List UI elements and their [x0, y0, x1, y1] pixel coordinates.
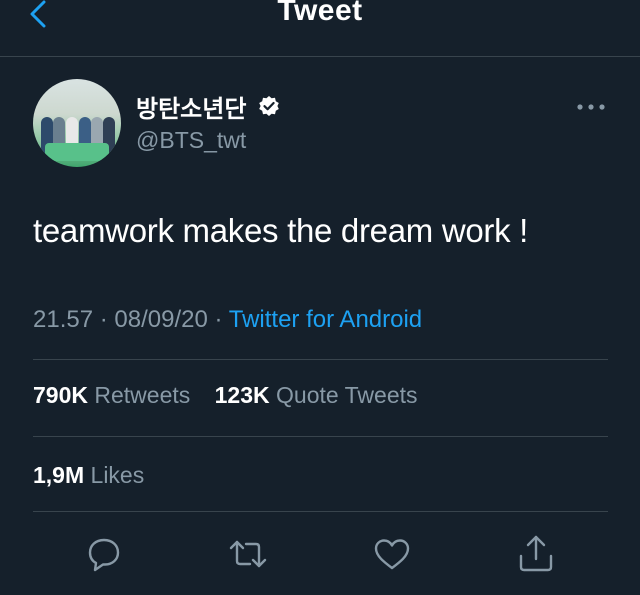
divider [33, 436, 608, 437]
reply-icon [88, 538, 120, 572]
like-heart-icon [374, 539, 410, 570]
retweets-stat[interactable]: 790K Retweets [33, 382, 190, 408]
meta-separator: · [214, 306, 223, 333]
divider [33, 359, 608, 360]
quote-tweets-stat[interactable]: 123K Quote Tweets [215, 382, 418, 408]
meta-separator: · [99, 306, 108, 333]
quote-tweets-count: 123K [214, 382, 270, 408]
likes-stats-row: 1,9M Likes [33, 462, 162, 489]
like-button[interactable] [372, 534, 412, 574]
likes-count: 1,9M [33, 462, 85, 488]
tweet-source-link[interactable]: Twitter for Android [229, 306, 422, 333]
share-icon [519, 535, 553, 572]
tweet-date: 08/09/20 [114, 306, 208, 333]
retweets-count: 790K [33, 382, 88, 408]
reply-button[interactable] [84, 534, 124, 574]
top-bar: Tweet [0, 0, 640, 57]
tweet-time: 21.57 [33, 306, 94, 333]
retweets-label: Retweets [94, 382, 191, 408]
verified-badge-icon [259, 96, 279, 116]
avatar-table [45, 143, 109, 161]
tweet-meta: 21.57 · 08/09/20 · Twitter for Android [33, 306, 422, 334]
display-name[interactable]: 방탄소년단 [136, 89, 246, 124]
user-handle[interactable]: @BTS_twt [136, 127, 246, 154]
quote-tweets-label: Quote Tweets [276, 382, 418, 408]
divider [33, 511, 608, 512]
more-horizontal-icon[interactable] [576, 102, 606, 112]
tweet-stats-row: 790K Retweets 123K Quote Tweets [33, 382, 436, 409]
retweet-button[interactable] [228, 534, 268, 574]
likes-stat[interactable]: 1,9M Likes [33, 462, 144, 488]
tweet-text: teamwork makes the dream work ! [33, 212, 529, 249]
avatar[interactable] [33, 79, 121, 167]
share-button[interactable] [516, 534, 556, 574]
likes-label: Likes [90, 462, 145, 488]
retweet-icon [229, 540, 267, 568]
page-title: Tweet [277, 0, 363, 27]
